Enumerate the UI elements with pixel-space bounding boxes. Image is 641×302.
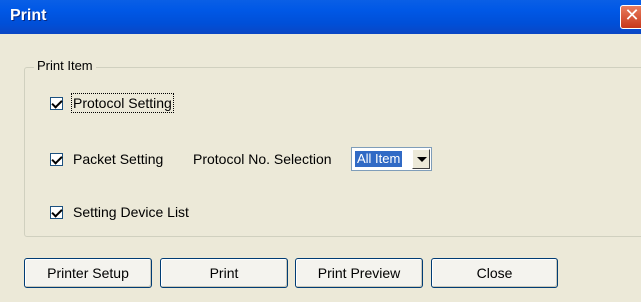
setting-device-list-label: Setting Device List xyxy=(73,204,189,220)
protocol-selection-label: Protocol No. Selection xyxy=(193,151,332,167)
print-dialog: Print ✕ Print Item Protocol Setting Pack… xyxy=(0,0,641,302)
checkmark-icon[interactable] xyxy=(50,152,63,166)
protocol-setting-checkbox[interactable]: Protocol Setting xyxy=(50,93,174,113)
packet-setting-checkbox[interactable]: Packet Setting xyxy=(50,151,163,167)
protocol-setting-label: Protocol Setting xyxy=(71,93,174,113)
packet-setting-label: Packet Setting xyxy=(73,151,164,167)
chevron-down-icon[interactable] xyxy=(412,149,430,169)
close-button[interactable]: Close xyxy=(431,258,558,288)
checkmark-icon[interactable] xyxy=(50,96,63,110)
print-preview-button[interactable]: Print Preview xyxy=(295,258,423,288)
setting-device-list-checkbox[interactable]: Setting Device List xyxy=(50,204,189,220)
close-icon: ✕ xyxy=(624,5,640,26)
close-window-button[interactable]: ✕ xyxy=(620,5,641,29)
protocol-selection-dropdown[interactable]: All Item xyxy=(351,147,432,171)
printer-setup-button[interactable]: Printer Setup xyxy=(24,258,152,288)
window-title: Print xyxy=(10,7,47,24)
title-bar[interactable]: Print ✕ xyxy=(0,0,641,34)
print-item-legend: Print Item xyxy=(34,58,96,74)
protocol-selection-value: All Item xyxy=(355,151,403,167)
print-button[interactable]: Print xyxy=(160,258,288,288)
checkmark-icon[interactable] xyxy=(50,205,63,219)
